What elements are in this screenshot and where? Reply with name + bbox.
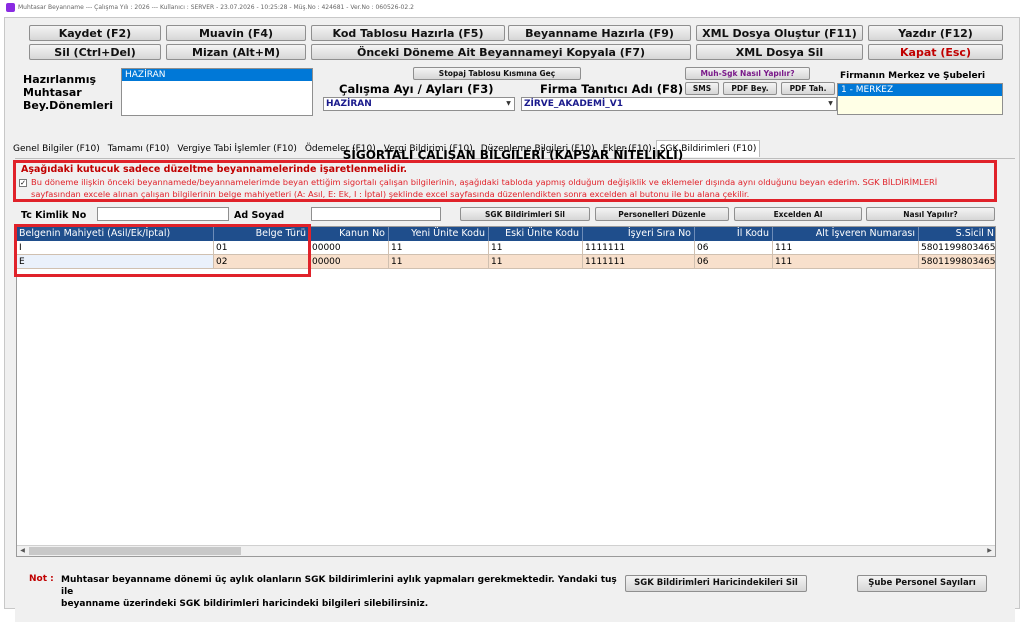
- hazirlanmis-donem-item[interactable]: HAZİRAN: [122, 69, 312, 81]
- warning-line-2: sayfasından excele alınan çalışan bilgil…: [31, 189, 750, 199]
- kod-tablosu-button[interactable]: Kod Tablosu Hazırla (F5): [311, 25, 505, 41]
- dropdown-arrow-icon[interactable]: ▼: [826, 99, 835, 109]
- xml-sil-button[interactable]: XML Dosya Sil: [696, 44, 863, 60]
- hazirlanmis-donemler-list[interactable]: HAZİRAN: [121, 68, 313, 116]
- col-header-yeni-unite[interactable]: Yeni Ünite Kodu: [389, 227, 489, 241]
- note-line-1: Muhtasar beyanname dönemi üç aylık olanl…: [61, 575, 617, 597]
- col-header-isyeri-sira[interactable]: İşyeri Sıra No: [583, 227, 695, 241]
- warning-title: Aşağıdaki kutucuk sadece düzeltme beyann…: [21, 164, 408, 175]
- calisma-ayi-value: HAZİRAN: [326, 99, 372, 109]
- personelleri-duzenle-button[interactable]: Personelleri Düzenle: [595, 207, 729, 221]
- scroll-right-icon[interactable]: ▶: [984, 546, 995, 556]
- pdf-bey-button[interactable]: PDF Bey.: [723, 82, 777, 95]
- kapat-button[interactable]: Kapat (Esc): [868, 44, 1003, 60]
- col-header-alt-isveren[interactable]: Alt İşveren Numarası: [773, 227, 919, 241]
- horizontal-scrollbar[interactable]: ◀ ▶: [17, 545, 995, 556]
- cell-eski-unite[interactable]: 11: [489, 255, 583, 269]
- cell-yeni-unite[interactable]: 11: [389, 255, 489, 269]
- calisma-ayi-combo[interactable]: HAZİRAN ▼: [323, 97, 515, 111]
- muh-sgk-nasil-button[interactable]: Muh-Sgk Nasıl Yapılır?: [685, 67, 810, 80]
- note-line-2: beyanname üzerindeki SGK bildirimleri ha…: [61, 599, 429, 609]
- tc-kimlik-input[interactable]: [97, 207, 229, 221]
- sms-button[interactable]: SMS: [685, 82, 719, 95]
- main-window: Kaydet (F2) Muavin (F4) Kod Tablosu Hazı…: [4, 17, 1020, 622]
- cell-il-kodu[interactable]: 06: [695, 241, 773, 255]
- col-header-eski-unite[interactable]: Eski Ünite Kodu: [489, 227, 583, 241]
- cell-eski-unite[interactable]: 11: [489, 241, 583, 255]
- yazdir-button[interactable]: Yazdır (F12): [868, 25, 1003, 41]
- cell-alt-isveren[interactable]: 111: [773, 255, 919, 269]
- window-titlebar: Muhtasar Beyanname --- Çalışma Yılı : 20…: [0, 0, 1024, 17]
- cell-kanun-no[interactable]: 00000: [310, 255, 389, 269]
- firma-tanitici-combo[interactable]: ZİRVE_AKADEMİ_V1 ▼: [521, 97, 837, 111]
- ad-soyad-input[interactable]: [311, 207, 441, 221]
- dropdown-arrow-icon[interactable]: ▼: [504, 99, 513, 109]
- nasil-yapilir-button[interactable]: Nasıl Yapılır?: [866, 207, 995, 221]
- cell-kanun-no[interactable]: 00000: [310, 241, 389, 255]
- firma-tanitici-label: Firma Tanıtıcı Adı (F8): [540, 82, 684, 96]
- app-icon: [6, 3, 15, 12]
- cell-sicil[interactable]: 5801199803465: [919, 255, 995, 269]
- mizan-button[interactable]: Mizan (Alt+M): [166, 44, 306, 60]
- window-title: Muhtasar Beyanname --- Çalışma Yılı : 20…: [18, 4, 414, 11]
- sube-personel-sayilari-button[interactable]: Şube Personel Sayıları: [857, 575, 987, 592]
- muavin-button[interactable]: Muavin (F4): [166, 25, 306, 41]
- tc-kimlik-label: Tc Kimlik No: [21, 210, 87, 221]
- kaydet-button[interactable]: Kaydet (F2): [29, 25, 161, 41]
- pdf-tah-button[interactable]: PDF Tah.: [781, 82, 835, 95]
- stopaj-tablosu-button[interactable]: Stopaj Tablosu Kısmına Geç: [413, 67, 581, 80]
- scrollbar-thumb[interactable]: [29, 547, 241, 555]
- note-label: Not :: [29, 574, 54, 584]
- merkez-item[interactable]: 1 - MERKEZ: [838, 84, 1002, 96]
- sil-button[interactable]: Sil (Ctrl+Del): [29, 44, 161, 60]
- sgk-bildirimleri-sil-button[interactable]: SGK Bildirimleri Sil: [460, 207, 590, 221]
- onceki-donem-kopyala-button[interactable]: Önceki Döneme Ait Beyannameyi Kopyala (F…: [311, 44, 691, 60]
- merkez-subeler-label: Firmanın Merkez ve Şubeleri: [840, 71, 986, 81]
- cell-isyeri-sira[interactable]: 1111111: [583, 241, 695, 255]
- columns-highlight: [14, 224, 311, 277]
- cell-sicil[interactable]: 5801199803465: [919, 241, 995, 255]
- warning-line-1: Bu döneme ilişkin önceki beyannamede/bey…: [31, 177, 938, 187]
- xml-olustur-button[interactable]: XML Dosya Oluştur (F11): [696, 25, 863, 41]
- hazirlanmis-donemler-label: Hazırlanmış Muhtasar Bey.Dönemleri: [23, 73, 114, 112]
- merkez-subeler-list[interactable]: 1 - MERKEZ: [837, 83, 1003, 115]
- col-header-sicil[interactable]: S.Sicil N: [919, 227, 995, 241]
- beyanname-hazirla-button[interactable]: Beyanname Hazırla (F9): [508, 25, 691, 41]
- ad-soyad-label: Ad Soyad: [234, 210, 285, 221]
- firma-tanitici-value: ZİRVE_AKADEMİ_V1: [524, 99, 623, 109]
- cell-isyeri-sira[interactable]: 1111111: [583, 255, 695, 269]
- duzeltme-checkbox[interactable]: ✓: [19, 179, 27, 187]
- note-text: Muhtasar beyanname dönemi üç aylık olanl…: [61, 574, 621, 610]
- cell-alt-isveren[interactable]: 111: [773, 241, 919, 255]
- cell-yeni-unite[interactable]: 11: [389, 241, 489, 255]
- scroll-left-icon[interactable]: ◀: [17, 546, 28, 556]
- warning-text: Bu döneme ilişkin önceki beyannamede/bey…: [31, 176, 995, 200]
- col-header-kanun-no[interactable]: Kanun No: [310, 227, 389, 241]
- sgk-haric-sil-button[interactable]: SGK Bildirimleri Haricindekileri Sil: [625, 575, 807, 592]
- col-header-il-kodu[interactable]: İl Kodu: [695, 227, 773, 241]
- calisma-ayi-label: Çalışma Ayı / Ayları (F3): [339, 82, 494, 96]
- cell-il-kodu[interactable]: 06: [695, 255, 773, 269]
- excelden-al-button[interactable]: Excelden Al: [734, 207, 862, 221]
